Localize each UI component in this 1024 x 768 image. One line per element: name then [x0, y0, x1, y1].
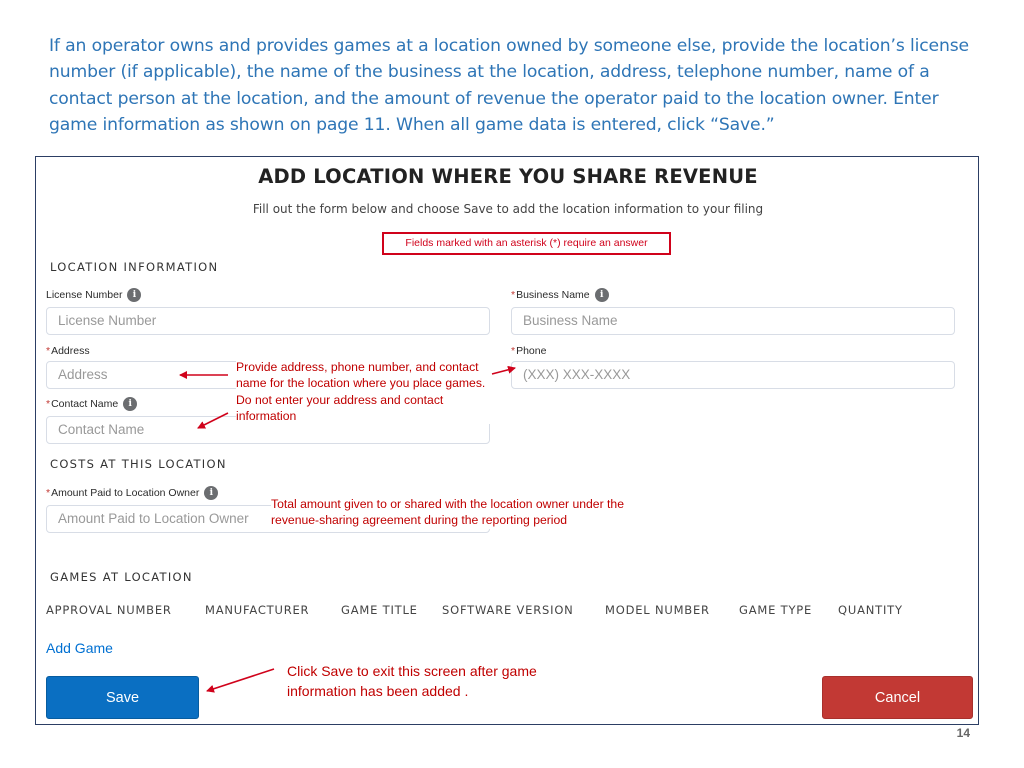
required-asterisk: *	[46, 398, 51, 410]
required-asterisk: *	[46, 345, 51, 357]
contact-name-label-text: Contact Name	[51, 398, 119, 410]
required-fields-note: Fields marked with an asterisk (*) requi…	[382, 232, 671, 255]
column-header-model-number: MODEL NUMBER	[605, 603, 710, 617]
save-button[interactable]: Save	[46, 676, 199, 719]
games-heading: GAMES AT LOCATION	[50, 570, 193, 584]
form-title: ADD LOCATION WHERE YOU SHARE REVENUE	[258, 165, 758, 188]
address-label: * Address	[46, 345, 90, 357]
contact-name-label: * Contact Name i	[46, 397, 138, 411]
form-screenshot: ADD LOCATION WHERE YOU SHARE REVENUE Fil…	[35, 156, 979, 725]
column-header-game-type: GAME TYPE	[739, 603, 813, 617]
business-name-input[interactable]: Business Name	[511, 307, 955, 335]
form-subtitle: Fill out the form below and choose Save …	[252, 202, 764, 216]
instruction-paragraph: If an operator owns and provides games a…	[49, 36, 969, 135]
phone-input[interactable]: (XXX) XXX-XXXX	[511, 361, 955, 389]
column-header-approval-number: APPROVAL NUMBER	[46, 603, 172, 617]
phone-label-text: Phone	[516, 345, 547, 357]
license-number-label: License Number i	[46, 288, 142, 302]
page-number: 14	[956, 726, 970, 740]
cancel-button[interactable]: Cancel	[822, 676, 973, 719]
info-icon[interactable]: i	[123, 397, 138, 411]
amount-paid-callout: Total amount given to or shared with the…	[271, 496, 631, 529]
info-icon[interactable]: i	[204, 486, 219, 500]
column-header-software-version: SOFTWARE VERSION	[442, 603, 574, 617]
amount-paid-label: * Amount Paid to Location Owner i	[46, 486, 219, 500]
location-information-heading: LOCATION INFORMATION	[50, 260, 219, 274]
address-label-text: Address	[51, 345, 90, 357]
business-name-label-text: Business Name	[516, 289, 590, 301]
required-asterisk: *	[511, 289, 516, 301]
phone-label: * Phone	[511, 345, 546, 357]
license-number-label-text: License Number	[46, 289, 123, 301]
save-callout: Click Save to exit this screen after gam…	[287, 663, 537, 699]
license-number-input[interactable]: License Number	[46, 307, 490, 335]
column-header-quantity: QUANTITY	[838, 603, 903, 617]
column-header-game-title: GAME TITLE	[341, 603, 418, 617]
column-header-manufacturer: MANUFACTURER	[205, 603, 310, 617]
amount-paid-label-text: Amount Paid to Location Owner	[51, 487, 200, 499]
required-asterisk: *	[46, 487, 51, 499]
costs-heading: COSTS AT THIS LOCATION	[50, 457, 227, 471]
add-game-link[interactable]: Add Game	[46, 640, 113, 656]
business-name-label: * Business Name i	[511, 288, 609, 302]
required-asterisk: *	[511, 345, 516, 357]
address-contact-callout: Provide address, phone number, and conta…	[236, 359, 491, 425]
info-icon[interactable]: i	[594, 288, 609, 302]
info-icon[interactable]: i	[127, 288, 142, 302]
